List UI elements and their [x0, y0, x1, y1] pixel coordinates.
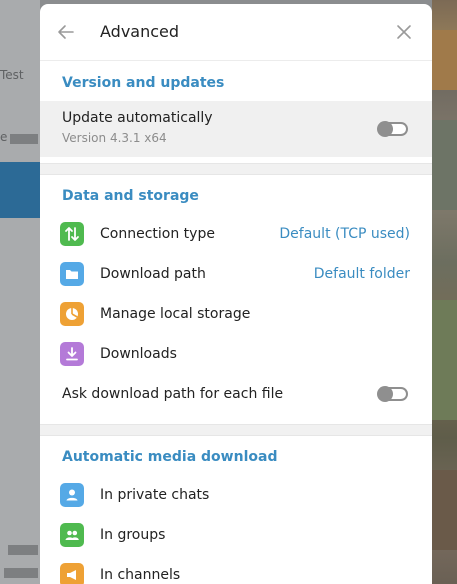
- background-redacted-bar: [8, 545, 38, 555]
- ask-download-path-toggle[interactable]: [377, 386, 408, 402]
- section-title-data: Data and storage: [62, 188, 199, 204]
- channels-icon-box: [60, 563, 84, 584]
- background-redacted-bar: [4, 568, 38, 578]
- back-button[interactable]: [56, 22, 76, 42]
- storage-icon-box: [60, 302, 84, 326]
- connection-type-row[interactable]: Connection type Default (TCP used): [40, 214, 432, 254]
- person-icon: [66, 489, 78, 501]
- background-text: e: [0, 130, 8, 144]
- dialog-title: Advanced: [100, 22, 180, 41]
- manage-local-storage-label: Manage local storage: [100, 306, 251, 322]
- background-text: Test: [0, 68, 24, 82]
- section-title-media: Automatic media download: [62, 449, 278, 465]
- arrows-up-down-icon: [65, 227, 79, 241]
- close-icon: [397, 25, 411, 39]
- section-divider: [40, 424, 432, 436]
- update-automatically-row[interactable]: Update automatically Version 4.3.1 x64: [40, 101, 432, 157]
- channels-label: In channels: [100, 567, 181, 583]
- groups-icon-box: [60, 523, 84, 547]
- ask-download-path-row[interactable]: Ask download path for each file: [40, 374, 432, 414]
- download-path-label: Download path: [100, 266, 206, 282]
- connection-type-value[interactable]: Default (TCP used): [279, 225, 410, 243]
- download-path-icon-box: [60, 262, 84, 286]
- groups-label: In groups: [100, 527, 166, 543]
- private-chats-label: In private chats: [100, 487, 210, 503]
- media-channels-row[interactable]: In channels: [40, 555, 432, 584]
- connection-icon-box: [60, 222, 84, 246]
- background-redacted-bar: [10, 134, 38, 144]
- group-icon: [65, 530, 79, 540]
- dialog-header: Advanced: [40, 4, 432, 60]
- ask-download-path-label: Ask download path for each file: [62, 386, 284, 402]
- media-groups-row[interactable]: In groups: [40, 515, 432, 555]
- download-icon: [66, 347, 78, 361]
- background-chat-list: Test e: [0, 0, 40, 584]
- folder-icon: [66, 270, 78, 279]
- megaphone-icon: [67, 570, 76, 580]
- background-selected-chat: [0, 162, 40, 218]
- download-path-value[interactable]: Default folder: [314, 265, 410, 283]
- section-divider: [40, 163, 432, 175]
- media-private-chats-row[interactable]: In private chats: [40, 475, 432, 515]
- downloads-row[interactable]: Downloads: [40, 334, 432, 374]
- version-text: Version 4.3.1 x64: [62, 131, 167, 145]
- advanced-settings-dialog: Advanced Version and updates Update auto…: [40, 4, 432, 584]
- downloads-label: Downloads: [100, 346, 177, 362]
- toggle-knob: [377, 386, 393, 402]
- private-chats-icon-box: [60, 483, 84, 507]
- section-title-version: Version and updates: [62, 75, 225, 91]
- download-path-row[interactable]: Download path Default folder: [40, 254, 432, 294]
- pie-chart-icon: [66, 308, 78, 320]
- update-automatically-toggle[interactable]: [377, 121, 408, 137]
- close-button[interactable]: [394, 22, 414, 42]
- toggle-knob: [377, 121, 393, 137]
- header-divider: [40, 60, 432, 61]
- downloads-icon-box: [60, 342, 84, 366]
- update-automatically-label: Update automatically: [62, 110, 213, 126]
- arrow-left-icon: [58, 25, 74, 39]
- manage-local-storage-row[interactable]: Manage local storage: [40, 294, 432, 334]
- background-media-strip: [432, 0, 457, 584]
- connection-type-label: Connection type: [100, 226, 215, 242]
